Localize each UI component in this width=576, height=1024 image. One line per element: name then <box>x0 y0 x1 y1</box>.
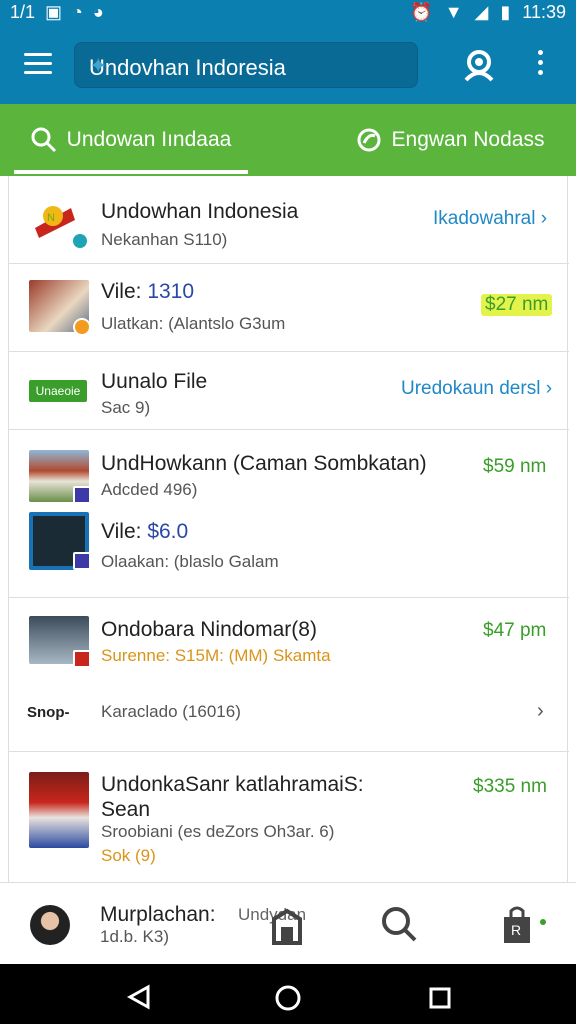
svg-text:R: R <box>511 922 521 938</box>
item-subtitle: Ulatkan: (Alantslo G3um <box>101 314 286 333</box>
bottom-title: Murplachan: <box>100 903 216 926</box>
item-action-link[interactable]: Ikadowahral › <box>433 208 547 230</box>
recents-icon[interactable] <box>428 986 452 1010</box>
item-title: UndHowkann (Caman Sombkatan) <box>101 452 427 475</box>
home-icon[interactable] <box>274 984 302 1012</box>
item-price: $47 pm <box>483 620 547 641</box>
chevron-right-icon[interactable]: › <box>537 700 544 723</box>
item-subtitle: Sroobiani (es deZors Oh3ar. 6) <box>101 822 335 841</box>
item-subtitle: Sac 9) <box>101 398 151 417</box>
item-title: Ondobara Nindomar(8) <box>101 618 317 641</box>
tab-label: Engwan Nodass <box>391 128 545 151</box>
item-badge-icon <box>73 318 91 336</box>
list-item[interactable]: UndonkaSanr katlahramaiS: Sean Sroobiani… <box>9 752 569 882</box>
item-price: $59 nm <box>483 456 547 477</box>
search-icon <box>31 127 56 153</box>
battery-icon: ▮ <box>500 2 511 22</box>
list-item[interactable]: Vile: 1310 Ulatkan: (Alantslo G3um $27 n… <box>9 264 569 352</box>
menu-icon[interactable] <box>24 53 52 75</box>
item-title: Uunalo File <box>101 370 208 393</box>
results-list: N Undowhan Indonesia Nekanhan S110) Ikad… <box>8 176 569 882</box>
item-badge-icon <box>73 552 91 570</box>
list-item[interactable]: Unaeoie Uunalo File Sac 9) Uredokaun der… <box>9 352 569 430</box>
list-item[interactable]: UndHowkann (Caman Sombkatan) Adcded 496)… <box>9 430 569 598</box>
shopping-bag-icon[interactable]: R <box>500 905 534 945</box>
overflow-menu-icon[interactable] <box>532 50 548 80</box>
signal-icon: ◢ <box>474 2 489 22</box>
tab-label: Undowan Iındaaa <box>66 128 232 151</box>
list-item[interactable]: Ondobara Nindomar(8) Surenne: S15M: (MM)… <box>9 598 569 752</box>
bottom-bar: Murplachan: Undydan 1d.b. K3) R <box>0 882 576 964</box>
search-input[interactable]: Undovhan Indoresia ✦ <box>74 42 418 88</box>
notification-dot <box>540 919 546 925</box>
alarm-icon: ⏰ <box>410 2 433 22</box>
bottom-subtitle: 1d.b. K3) <box>100 927 169 946</box>
shop-logo: Snop- <box>27 704 70 721</box>
tab-engwan[interactable]: Engwan Nodass <box>340 104 560 176</box>
building-icon[interactable] <box>270 907 304 945</box>
item-subtitle-2: Sok (9) <box>101 846 156 865</box>
item-action-link[interactable]: Uredokaun dersl › <box>401 378 552 400</box>
tab-bar: Undowan Iındaaa Engwan Nodass <box>0 104 576 176</box>
image-icon: ▣ <box>45 2 63 22</box>
item-subtitle: Adcded 496) <box>101 480 198 499</box>
item-subtitle: Nekanhan S110) <box>101 230 228 249</box>
messenger-icon: ◔ <box>72 2 83 22</box>
leaf-icon <box>357 128 381 152</box>
app-bar: Undovhan Indoresia ✦ <box>0 26 576 104</box>
status-bar: 1/1 ▣ ◔ ◕ ⏰ ▼ ◢ ▮ 11:39 <box>0 0 576 26</box>
item-title: Vile: $6.0 <box>101 520 189 543</box>
wifi-icon: ▼ <box>444 2 463 22</box>
item-badge-icon <box>73 486 91 504</box>
svg-text:N: N <box>47 212 55 224</box>
item-price: $27 nm <box>481 294 553 316</box>
chat-icon: ◕ <box>92 2 104 22</box>
sparkle-icon: ✦ <box>89 53 108 78</box>
item-badge-icon <box>73 650 91 668</box>
item-subtitle: Surenne: S15M: (MM) Skamta <box>101 646 331 665</box>
status-time: 11:39 <box>522 2 566 22</box>
item-thumbnail <box>29 772 89 848</box>
search-icon[interactable] <box>380 905 418 943</box>
profile-icon[interactable] <box>462 48 496 82</box>
item-price: $335 nm <box>473 776 547 797</box>
item-title: Undowhan Indonesia <box>101 200 299 223</box>
verified-badge-icon <box>71 232 89 250</box>
item-subtitle: Olaakan: (blaslo Galam <box>101 552 279 571</box>
notification-count: 1/1 <box>10 2 36 22</box>
item-title: Karaclado (16016) <box>101 702 241 721</box>
list-item[interactable]: N Undowhan Indonesia Nekanhan S110) Ikad… <box>9 176 569 264</box>
item-title: Vile: 1310 <box>101 280 195 303</box>
tab-undowan[interactable]: Undowan Iındaaa <box>14 104 248 176</box>
back-icon[interactable] <box>126 984 152 1010</box>
system-nav-bar <box>0 964 576 1024</box>
item-title: UndonkaSanr katlahramaiS: Sean <box>101 773 364 821</box>
category-badge: Unaeoie <box>29 380 87 402</box>
avatar[interactable] <box>30 905 70 945</box>
